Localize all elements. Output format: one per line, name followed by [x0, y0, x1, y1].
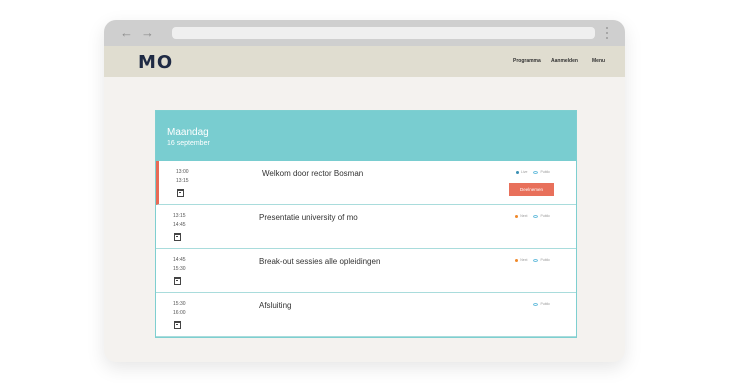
session-tag: Next [515, 214, 527, 218]
eye-icon [533, 214, 539, 218]
session-tag-label: Public [540, 258, 550, 262]
session-tag-label: Live [521, 170, 528, 174]
session-start-time: 15:30 [173, 301, 186, 307]
session-title: Presentatie university of mo [259, 213, 358, 222]
session-title: Break-out sessies alle opleidingen [259, 257, 381, 266]
session-title: Afsluiting [259, 301, 292, 310]
session-start-time: 14:45 [173, 257, 186, 263]
day-title: Maandag [167, 127, 209, 138]
calendar-add-icon[interactable] [177, 189, 184, 197]
session-end-time: 16:00 [173, 310, 186, 316]
session-tags: Next Public [509, 258, 550, 262]
session-tag-label: Public [540, 302, 550, 306]
session-tag: Public [533, 258, 550, 262]
status-dot-icon [515, 258, 519, 262]
session-tag: Next [515, 258, 527, 262]
session-row[interactable]: 13:15 14:45 Presentatie university of mo Ne… [156, 205, 576, 249]
session-tags: Live Public [510, 170, 550, 174]
kebab-menu-icon[interactable] [606, 27, 609, 39]
site-header: MO Programma Aanmelden Menu [104, 46, 625, 77]
session-start-time: 13:15 [173, 213, 186, 219]
eye-icon [533, 170, 539, 174]
eye-icon [533, 302, 539, 306]
address-bar[interactable] [172, 27, 595, 39]
day-date: 16 september [167, 140, 210, 147]
browser-toolbar: ← → [104, 20, 625, 46]
back-arrow-icon[interactable]: ← [120, 26, 133, 39]
session-tag-label: Next [520, 214, 528, 218]
session-tag: Live [516, 170, 527, 174]
session-tag-label: Next [520, 258, 528, 262]
calendar-add-icon[interactable] [174, 321, 181, 329]
schedule-panel: Maandag 16 september 13:00 13:15 Welkom do… [155, 110, 577, 338]
session-end-time: 14:45 [173, 222, 186, 228]
session-row[interactable]: 13:00 13:15 Welkom door rector Bosman Live P… [156, 161, 576, 205]
session-tag-label: Public [540, 170, 550, 174]
nav-link-programma[interactable]: Programma [513, 58, 541, 64]
session-row[interactable]: 15:30 16:00 Afsluiting Public [156, 293, 576, 337]
browser-window: ← → MO Programma Aanmelden Menu Maandag … [104, 20, 625, 362]
session-end-time: 15:30 [173, 266, 186, 272]
session-start-time: 13:00 [176, 169, 189, 175]
session-title: Welkom door rector Bosman [262, 169, 364, 178]
day-header: Maandag 16 september [156, 111, 576, 161]
session-tags: Next Public [509, 214, 550, 218]
calendar-add-icon[interactable] [174, 233, 181, 241]
join-button[interactable]: Deelnemen [509, 183, 554, 196]
forward-arrow-icon[interactable]: → [141, 26, 154, 39]
site-logo[interactable]: MO [138, 52, 173, 73]
session-tags: Public [527, 302, 550, 306]
session-end-time: 13:15 [176, 178, 189, 184]
session-tag: Public [533, 214, 550, 218]
nav-link-aanmelden[interactable]: Aanmelden [551, 58, 578, 64]
session-tag-label: Public [540, 214, 550, 218]
status-dot-icon [516, 170, 520, 174]
nav-link-menu[interactable]: Menu [592, 58, 605, 64]
session-tag: Public [533, 302, 550, 306]
session-row[interactable]: 14:45 15:30 Break-out sessies alle opleidi… [156, 249, 576, 293]
session-tag: Public [533, 170, 550, 174]
status-dot-icon [515, 214, 519, 218]
eye-icon [533, 258, 539, 262]
calendar-add-icon[interactable] [174, 277, 181, 285]
